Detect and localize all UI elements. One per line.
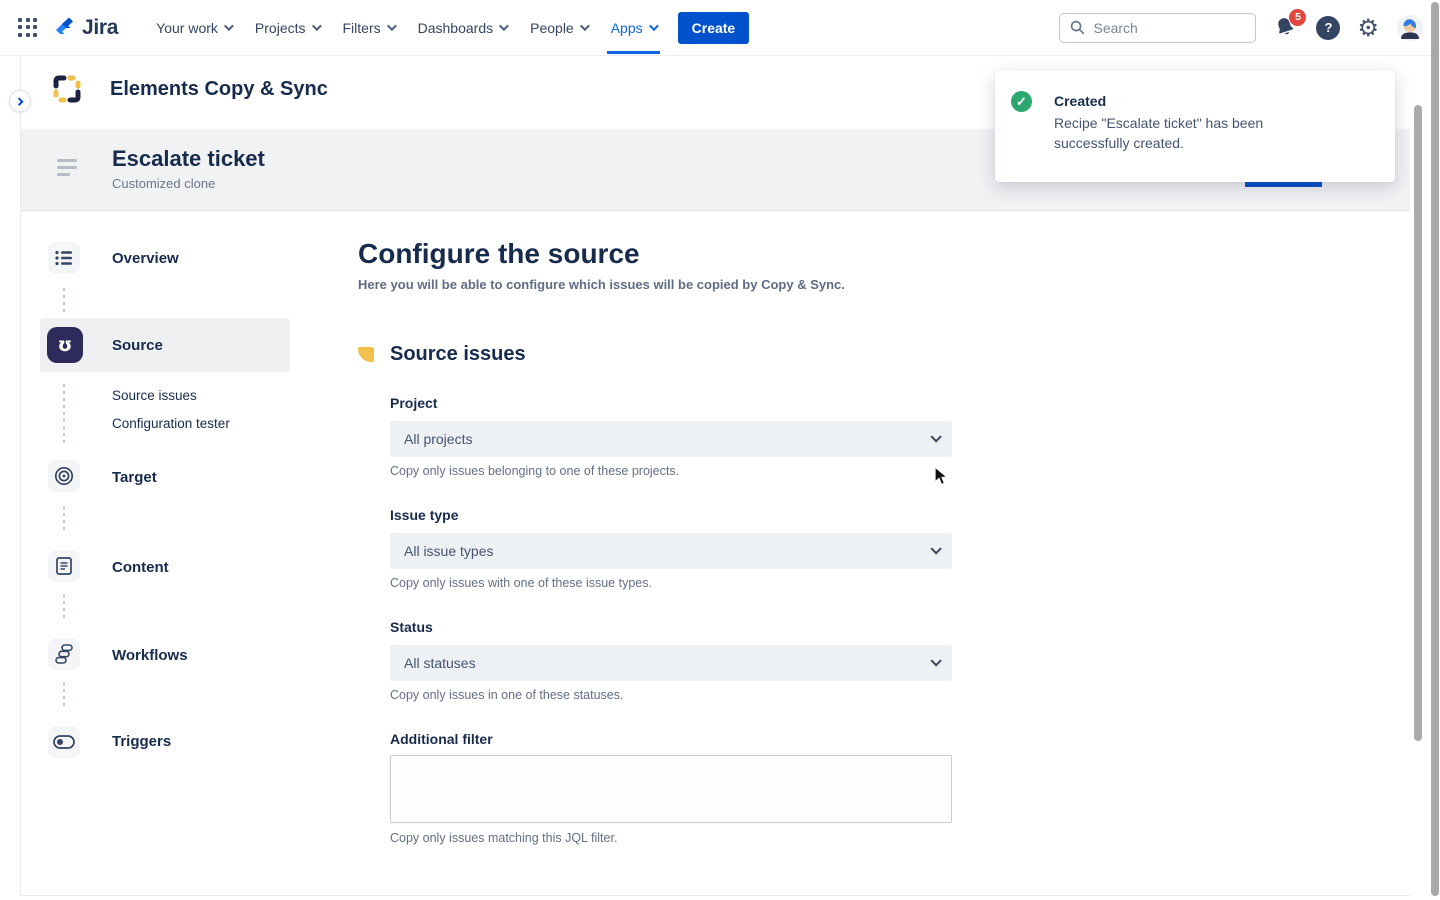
top-navigation-bar: Jira Your work Projects Filters Dashboar… xyxy=(0,0,1440,56)
sidebar-item-target[interactable]: Target xyxy=(112,469,157,486)
mouse-cursor xyxy=(933,466,951,486)
toast-message: Recipe "Escalate ticket" has been succes… xyxy=(1054,113,1286,153)
chevron-down-icon xyxy=(580,21,590,31)
chevron-down-icon xyxy=(930,655,941,666)
chevron-down-icon xyxy=(311,21,321,31)
help-button[interactable]: ? xyxy=(1316,16,1340,40)
chevron-down-icon xyxy=(930,543,941,554)
content-document-icon xyxy=(48,550,80,582)
nav-your-work[interactable]: Your work xyxy=(156,0,231,56)
connector-dotted-line xyxy=(63,682,65,709)
content-scrollbar-thumb[interactable] xyxy=(1414,105,1422,741)
nav-apps-label: Apps xyxy=(611,20,643,36)
app-title: Elements Copy & Sync xyxy=(110,78,328,101)
chevron-down-icon xyxy=(224,21,234,31)
create-button[interactable]: Create xyxy=(678,12,750,44)
nav-dashboards-label: Dashboards xyxy=(418,20,494,36)
connector-dotted-line xyxy=(63,288,65,315)
issue-type-help-text: Copy only issues with one of these issue… xyxy=(390,576,652,590)
nav-apps[interactable]: Apps xyxy=(611,0,656,56)
page-subtitle: Here you will be able to configure which… xyxy=(358,277,845,292)
notifications-button[interactable]: 5 xyxy=(1273,15,1299,41)
nav-your-work-label: Your work xyxy=(156,20,218,36)
page-scrollbar-thumb[interactable] xyxy=(1431,2,1439,896)
issue-type-select-value: All issue types xyxy=(404,543,493,559)
app-switcher-icon[interactable] xyxy=(18,18,38,38)
settings-gear-icon[interactable]: ⚙ xyxy=(1357,16,1379,40)
source-hook-icon: ʊ xyxy=(47,327,83,363)
nav-right-group: 5 ? ⚙ xyxy=(1059,13,1424,43)
nav-filters[interactable]: Filters xyxy=(343,0,394,56)
sidebar-item-content[interactable]: Content xyxy=(112,559,169,576)
status-select[interactable]: All statuses xyxy=(390,645,952,681)
nav-people-label: People xyxy=(530,20,574,36)
connector-dotted-line xyxy=(63,384,65,444)
chevron-down-icon xyxy=(387,21,397,31)
success-check-icon: ✓ xyxy=(1011,91,1032,112)
chevron-down-icon xyxy=(649,21,659,31)
jira-logo-icon xyxy=(52,16,76,40)
section-title: Source issues xyxy=(390,343,526,366)
issue-type-select[interactable]: All issue types xyxy=(390,533,952,569)
sidebar-item-triggers[interactable]: Triggers xyxy=(112,733,171,750)
chevron-down-icon xyxy=(930,431,941,442)
chevron-right-icon xyxy=(15,97,23,105)
status-help-text: Copy only issues in one of these statuse… xyxy=(390,688,623,702)
connector-dotted-line xyxy=(63,506,65,533)
sidebar-expand-button[interactable] xyxy=(9,90,31,112)
chevron-down-icon xyxy=(499,21,509,31)
search-box[interactable] xyxy=(1059,13,1256,43)
toast-title: Created xyxy=(1054,93,1106,109)
recipe-title: Escalate ticket xyxy=(112,146,265,172)
elements-copy-sync-logo xyxy=(52,74,82,104)
issue-type-field-label: Issue type xyxy=(390,507,458,523)
jql-filter-textarea[interactable] xyxy=(390,755,952,823)
overview-list-icon xyxy=(48,242,80,274)
sidebar-subitem-configuration-tester[interactable]: Configuration tester xyxy=(112,416,230,431)
nav-projects[interactable]: Projects xyxy=(255,0,319,56)
project-field-label: Project xyxy=(390,395,437,411)
connector-dotted-line xyxy=(63,594,65,621)
nav-people[interactable]: People xyxy=(530,0,587,56)
workflow-icon xyxy=(48,638,80,670)
sidebar-item-overview[interactable]: Overview xyxy=(112,250,179,267)
user-avatar[interactable] xyxy=(1396,14,1424,42)
search-icon xyxy=(1070,20,1085,35)
panel-bottom-border xyxy=(20,895,1410,896)
triggers-toggle-icon xyxy=(48,726,80,758)
project-select-value: All projects xyxy=(404,431,472,447)
sidebar-item-source[interactable]: Source xyxy=(112,337,163,354)
project-help-text: Copy only issues belonging to one of the… xyxy=(390,464,679,478)
page-title: Configure the source xyxy=(358,238,640,270)
nav-projects-label: Projects xyxy=(255,20,306,36)
section-yellow-marker-icon xyxy=(358,347,374,362)
notification-count-badge: 5 xyxy=(1289,9,1306,26)
drag-handle-icon[interactable] xyxy=(57,159,79,180)
nav-dashboards[interactable]: Dashboards xyxy=(418,0,507,56)
additional-filter-help-text: Copy only issues matching this JQL filte… xyxy=(390,831,617,845)
status-select-value: All statuses xyxy=(404,655,476,671)
project-select[interactable]: All projects xyxy=(390,421,952,457)
target-bullseye-icon xyxy=(48,460,80,492)
additional-filter-field-label: Additional filter xyxy=(390,731,493,747)
sidebar-item-workflows[interactable]: Workflows xyxy=(112,647,188,664)
status-field-label: Status xyxy=(390,619,433,635)
jira-logo-text: Jira xyxy=(82,16,118,40)
nav-filters-label: Filters xyxy=(343,20,381,36)
search-input[interactable] xyxy=(1093,20,1233,36)
recipe-subtitle: Customized clone xyxy=(112,176,215,191)
jira-logo[interactable]: Jira xyxy=(52,16,118,40)
success-toast: ✓ Created Recipe "Escalate ticket" has b… xyxy=(995,70,1395,182)
sidebar-subitem-source-issues[interactable]: Source issues xyxy=(112,388,197,403)
